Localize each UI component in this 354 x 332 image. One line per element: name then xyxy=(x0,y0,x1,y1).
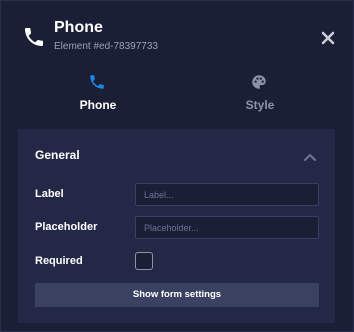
general-section-header[interactable]: General xyxy=(18,129,335,175)
tab-phone-label: Phone xyxy=(79,98,117,112)
required-checkbox[interactable] xyxy=(135,252,153,270)
element-id-label: Element #ed-78397733 xyxy=(54,41,158,52)
general-section: General Label Placeholder Required Show … xyxy=(18,129,335,323)
placeholder-input[interactable] xyxy=(135,216,319,239)
chevron-up-icon xyxy=(303,149,317,162)
section-title: General xyxy=(35,148,80,162)
tab-style-label: Style xyxy=(245,98,275,112)
panel-header: Phone Element #ed-78397733 xyxy=(1,1,354,65)
element-settings-panel: Phone Element #ed-78397733 Phone Style G… xyxy=(0,0,354,332)
panel-title: Phone xyxy=(54,19,103,36)
close-icon[interactable] xyxy=(319,29,337,47)
panel-tabs: Phone Style xyxy=(1,67,354,123)
palette-icon xyxy=(250,73,268,91)
show-form-settings-button[interactable]: Show form settings xyxy=(35,283,319,307)
label-field-label: Label xyxy=(35,188,64,200)
placeholder-field-label: Placeholder xyxy=(35,221,98,233)
tab-phone[interactable]: Phone xyxy=(18,67,178,123)
phone-icon xyxy=(88,73,106,91)
tab-style[interactable]: Style xyxy=(180,67,340,123)
required-field-label: Required xyxy=(35,255,83,267)
label-input[interactable] xyxy=(135,183,319,206)
phone-icon xyxy=(22,25,46,49)
